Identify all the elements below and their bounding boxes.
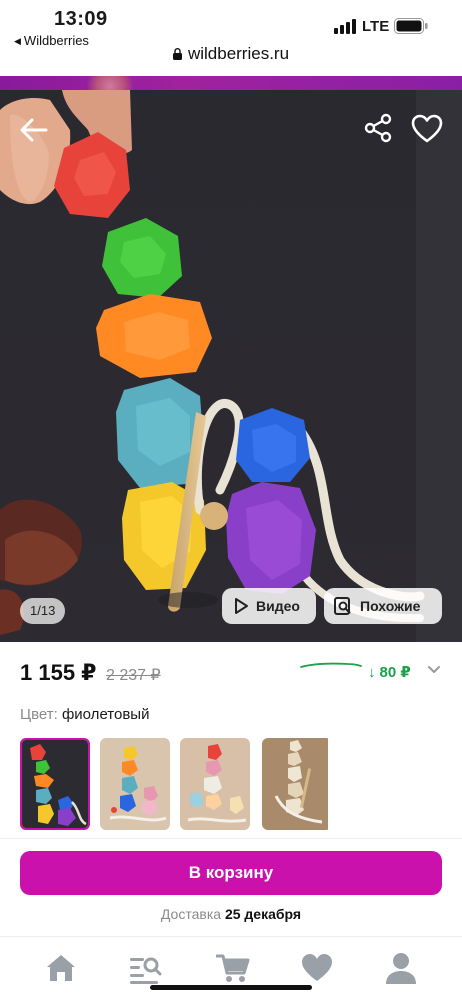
heart-icon[interactable] bbox=[410, 112, 444, 146]
profile-icon[interactable] bbox=[384, 951, 418, 985]
color-variant-thumb[interactable] bbox=[20, 738, 90, 830]
chevron-down-icon[interactable] bbox=[426, 662, 442, 678]
play-icon bbox=[235, 598, 248, 614]
color-label: Цвет: фиолетовый bbox=[20, 706, 149, 723]
image-counter: 1/13 bbox=[20, 598, 66, 624]
add-to-cart-button[interactable]: В корзину bbox=[20, 851, 442, 895]
url-text: wildberries.ru bbox=[187, 44, 290, 63]
green-scribble-mark bbox=[300, 662, 362, 668]
price-drop-value: 80 ₽ bbox=[379, 664, 411, 681]
address-bar[interactable]: wildberries.ru bbox=[0, 44, 462, 64]
color-variant-thumb[interactable] bbox=[262, 738, 332, 830]
divider bbox=[0, 838, 462, 839]
video-button-label: Видео bbox=[256, 598, 300, 614]
status-bar: 13:09 ◀ Wildberries LTE wildberries.ru bbox=[0, 0, 462, 76]
lock-icon bbox=[172, 48, 182, 60]
price-drop[interactable]: ↓ 80 ₽ bbox=[368, 663, 411, 681]
cart-icon[interactable] bbox=[216, 951, 250, 985]
delivery-info: Доставка 25 декабря bbox=[0, 906, 462, 922]
delivery-date: 25 декабря bbox=[224, 906, 302, 922]
signal-icon bbox=[334, 18, 358, 34]
battery-icon bbox=[394, 18, 428, 34]
color-value: фиолетовый bbox=[61, 706, 150, 723]
color-variants bbox=[20, 738, 440, 830]
home-icon[interactable] bbox=[44, 951, 78, 985]
color-variant-thumb[interactable] bbox=[100, 738, 170, 830]
variant-image bbox=[100, 738, 170, 830]
price-row: 1 155 ₽ 2 237 ₽ ↓ 80 ₽ bbox=[20, 656, 442, 692]
current-price: 1 155 ₽ bbox=[20, 660, 97, 685]
status-time: 13:09 bbox=[54, 8, 108, 30]
similar-button[interactable]: Похожие bbox=[324, 588, 442, 624]
variant-image bbox=[262, 738, 328, 830]
bottom-tab-bar bbox=[0, 936, 462, 1000]
catalog-search-icon[interactable] bbox=[128, 951, 162, 985]
similar-search-icon bbox=[334, 597, 351, 615]
network-type: LTE bbox=[362, 18, 390, 35]
similar-button-label: Похожие bbox=[360, 598, 421, 614]
down-arrow-icon: ↓ bbox=[368, 664, 376, 681]
share-icon[interactable] bbox=[362, 112, 394, 144]
video-button[interactable]: Видео bbox=[222, 588, 316, 624]
product-image-gallery[interactable]: 1/13 Видео Похожие bbox=[0, 90, 462, 642]
product-photo bbox=[0, 90, 462, 642]
favorites-icon[interactable] bbox=[300, 951, 334, 985]
promo-banner-strip[interactable] bbox=[0, 76, 462, 90]
color-variant-thumb[interactable] bbox=[180, 738, 250, 830]
color-key: Цвет: bbox=[20, 706, 58, 723]
variant-image bbox=[180, 738, 250, 830]
delivery-label: Доставка bbox=[160, 906, 222, 922]
variant-image bbox=[22, 740, 88, 828]
old-price: 2 237 ₽ bbox=[106, 667, 161, 684]
back-arrow-icon[interactable] bbox=[16, 112, 52, 148]
home-indicator bbox=[150, 985, 312, 990]
